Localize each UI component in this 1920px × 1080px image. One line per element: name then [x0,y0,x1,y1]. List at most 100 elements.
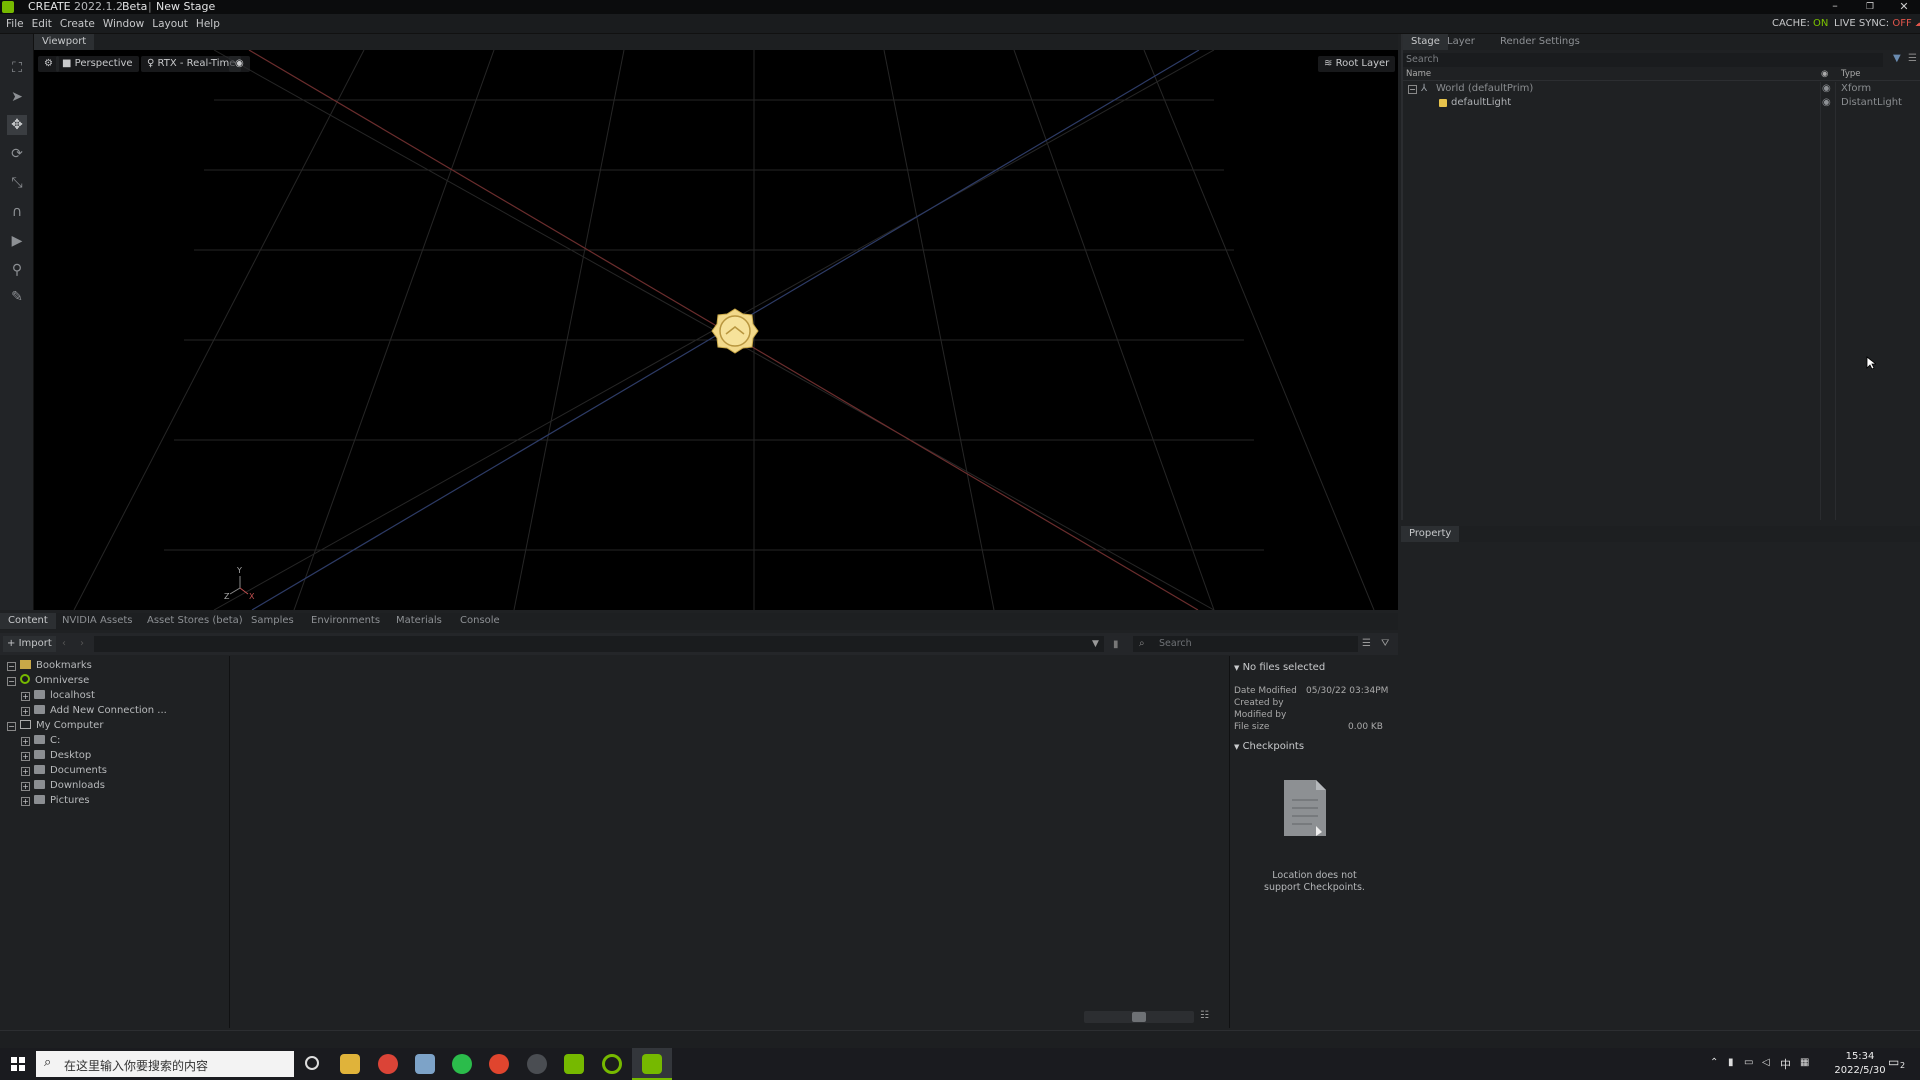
close-button[interactable]: ✕ [1896,0,1912,14]
tab-nvidia-assets[interactable]: NVIDIA Assets [54,613,140,629]
renderer-button[interactable]: ♀ RTX - Real-Time [141,56,242,72]
visibility-toggle-icon[interactable]: ◉ [1822,82,1831,96]
tree-item[interactable]: + Documents [21,763,107,778]
column-name[interactable]: Name [1406,69,1431,79]
app-icon[interactable] [415,1054,435,1074]
menu-help[interactable]: Help [192,14,224,34]
gauge-app-icon[interactable] [527,1054,547,1074]
column-type[interactable]: Type [1841,69,1861,79]
tree-item[interactable]: + localhost [21,688,95,703]
tree-item[interactable]: − Omniverse [7,673,89,688]
collapse-icon[interactable]: − [7,722,16,731]
content-search-input[interactable]: ⌕ Search [1133,636,1358,652]
stage-row[interactable]: defaultLight ◉ DistantLight [1403,96,1920,110]
tree-item[interactable]: − My Computer [7,718,103,733]
tab-materials[interactable]: Materials [388,613,450,629]
windows-start-icon[interactable] [10,1056,26,1072]
tray-network-icon[interactable]: ▭ [1744,1057,1753,1068]
path-input[interactable] [94,636,1104,652]
back-icon[interactable]: ‹ [62,636,66,652]
collapse-icon[interactable]: − [7,662,16,671]
clock-time[interactable]: 15:34 [1830,1051,1890,1062]
light-gizmo-icon[interactable] [710,306,760,356]
visibility-icon[interactable]: ◉ [229,56,250,72]
tree-item[interactable]: + Pictures [21,793,90,808]
tab-layer[interactable]: Layer [1439,34,1483,50]
snap-tool-icon[interactable]: ∩ [7,202,27,222]
clock-date[interactable]: 2022/5/30 [1822,1065,1898,1076]
tab-console[interactable]: Console [452,613,508,629]
live-sync-status[interactable]: LIVE SYNC: OFF ☁ [1834,14,1920,34]
move-tool-icon[interactable]: ✥ [7,115,27,135]
file-explorer-icon[interactable] [340,1054,360,1074]
bookmark-toggle-icon[interactable]: ▮ [1113,637,1119,653]
ime-indicator[interactable]: 中 [1780,1056,1791,1072]
cache-status[interactable]: CACHE: ON [1772,14,1828,34]
minimize-button[interactable]: – [1827,0,1843,14]
stage-row[interactable]: − ⅄ World (defaultPrim) ◉ Xform [1403,82,1920,96]
tab-render-settings[interactable]: Render Settings [1492,34,1588,50]
menu-layout[interactable]: Layout [148,14,192,34]
tree-item[interactable]: + Downloads [21,778,105,793]
wechat-icon[interactable] [452,1054,472,1074]
tab-asset-stores[interactable]: Asset Stores (beta) [139,613,251,629]
options-menu-icon[interactable]: ☰ [1908,53,1917,64]
tray-mic-icon[interactable]: ▮ [1728,1057,1734,1068]
expand-icon[interactable]: + [21,707,30,716]
omniverse-launcher-icon[interactable] [602,1054,622,1074]
tree-item[interactable]: − Bookmarks [7,658,92,673]
video-app-icon[interactable] [489,1054,509,1074]
visibility-toggle-icon[interactable]: ◉ [1822,96,1831,110]
import-button[interactable]: + Import [3,636,56,652]
tree-item[interactable]: + C: [21,733,60,748]
cortana-icon[interactable] [305,1056,319,1070]
forward-icon[interactable]: › [80,636,84,652]
omniverse-create-taskbar-button[interactable] [632,1048,672,1080]
scale-tool-icon[interactable]: ⤡ [7,173,27,193]
select-tool-icon[interactable]: ➤ [7,87,27,107]
tab-content[interactable]: Content [0,613,56,629]
tree-item[interactable]: + Desktop [21,748,91,763]
paint-tool-icon[interactable]: ⚲ [7,260,27,280]
tab-property[interactable]: Property [1401,526,1459,542]
menu-create[interactable]: Create [56,14,99,34]
expand-icon[interactable]: + [21,737,30,746]
taskbar-search-input[interactable]: ⌕ 在这里输入你要搜索的内容 [36,1051,294,1077]
menu-file[interactable]: File [2,14,28,34]
restore-button[interactable]: ❐ [1862,0,1878,14]
tray-keyboard-icon[interactable]: ▦ [1800,1057,1809,1068]
expand-icon[interactable]: + [21,767,30,776]
fullscreen-icon[interactable]: ⛶ [7,58,27,78]
checkpoints-header[interactable]: ▼ Checkpoints [1234,741,1304,752]
expand-icon[interactable]: + [21,797,30,806]
filter-icon[interactable]: ▼ [1893,53,1901,64]
file-grid[interactable]: ☷ [231,656,1227,1028]
list-view-icon[interactable]: ☰ [1362,636,1371,652]
camera-button[interactable]: ■ Perspective [56,56,139,72]
play-icon[interactable]: ▶ [7,231,27,251]
brush-tool-icon[interactable]: ✎ [7,287,27,307]
nvidia-icon[interactable] [564,1054,584,1074]
slider-handle[interactable] [1132,1012,1146,1022]
stage-search-input[interactable]: Search [1403,53,1883,67]
tray-volume-icon[interactable]: ◁ [1762,1057,1770,1068]
no-files-header[interactable]: ▼ No files selected [1234,662,1325,673]
grid-view-icon[interactable]: ☷ [1200,1010,1209,1021]
expand-icon[interactable]: + [21,752,30,761]
tab-samples[interactable]: Samples [243,613,302,629]
root-layer-button[interactable]: ≋ Root Layer [1318,56,1396,72]
expand-icon[interactable]: + [21,782,30,791]
path-dropdown-icon[interactable]: ▼ [1092,636,1099,652]
filter-icon[interactable]: ⛛ [1381,636,1389,652]
chrome-icon[interactable] [378,1054,398,1074]
notification-center-icon[interactable]: ▭ 2 [1888,1055,1910,1073]
tree-item[interactable]: + Add New Connection ... [21,703,167,718]
thumbnail-size-slider[interactable] [1084,1011,1194,1023]
rotate-tool-icon[interactable]: ⟳ [7,144,27,164]
collapse-icon[interactable]: − [7,677,16,686]
tab-viewport[interactable]: Viewport [34,34,95,50]
viewport[interactable]: ⚙ ■ Perspective ♀ RTX - Real-Time ◉ ≋ Ro… [34,50,1398,610]
menu-window[interactable]: Window [99,14,148,34]
menu-edit[interactable]: Edit [28,14,56,34]
tab-environments[interactable]: Environments [303,613,388,629]
